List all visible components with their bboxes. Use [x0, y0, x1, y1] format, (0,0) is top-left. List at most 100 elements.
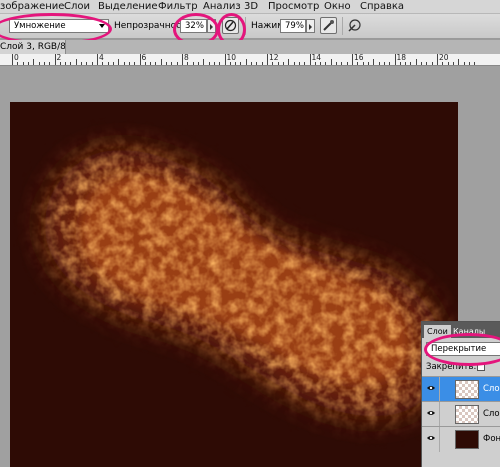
ruler-tick	[282, 62, 284, 65]
eye-icon	[427, 411, 435, 415]
ruler-number: 14	[311, 54, 322, 62]
ruler-tick	[224, 54, 226, 65]
menu-analysis[interactable]: Анализ	[203, 1, 241, 13]
ruler-tick	[352, 54, 353, 65]
menu-help[interactable]: Справка	[360, 1, 404, 13]
ruler-tick	[160, 59, 162, 65]
ruler-tick	[219, 62, 221, 65]
ruler-number: 20	[439, 54, 449, 62]
ruler-number: 10	[226, 54, 237, 62]
menu-select[interactable]: Выделение	[98, 1, 158, 13]
ruler-number: 4	[99, 54, 104, 62]
ruler-tick	[251, 62, 253, 65]
ruler-tick	[75, 59, 77, 65]
ruler-tick	[474, 62, 476, 65]
ruler-tick	[293, 62, 295, 65]
tablet-pressure-icon	[348, 19, 361, 32]
flow-field[interactable]: 79%	[280, 19, 306, 33]
ruler-number: 6	[141, 54, 147, 62]
menu-3d[interactable]: 3D	[244, 1, 258, 13]
layer-visibility-toggle[interactable]	[422, 402, 440, 427]
layer-row-background[interactable]: Фон	[422, 426, 500, 452]
ruler-tick	[65, 62, 67, 65]
ruler-tick	[468, 62, 470, 65]
ruler-tick	[341, 62, 343, 65]
ruler-tick	[54, 54, 56, 65]
ruler-tick	[166, 62, 168, 65]
ruler-tick	[410, 62, 412, 65]
ruler-tick	[192, 62, 194, 65]
airbrush-button[interactable]	[320, 17, 337, 34]
ruler-tick	[70, 62, 72, 65]
ruler-tick	[86, 62, 88, 65]
ruler-tick	[431, 62, 433, 65]
ruler-tick	[288, 59, 290, 65]
flow-value: 79%	[285, 21, 304, 31]
airbrush-icon	[323, 20, 334, 31]
ruler-tick	[240, 62, 242, 65]
ruler-tick	[81, 62, 83, 65]
ruler-tick	[304, 62, 306, 65]
layer-thumbnail	[455, 430, 479, 449]
ruler-tick	[203, 59, 205, 65]
ruler-tick	[17, 62, 19, 65]
ruler-tick	[245, 59, 247, 65]
ruler-tick	[399, 62, 401, 65]
eye-icon	[427, 436, 435, 440]
separator	[342, 17, 343, 35]
ruler-tick	[277, 62, 279, 65]
ruler-tick	[357, 62, 359, 65]
ruler-tick	[171, 62, 173, 65]
ruler-tick	[336, 62, 338, 65]
ruler-tick	[144, 62, 146, 65]
ruler-tick	[405, 62, 407, 65]
ruler-tick	[229, 62, 231, 65]
ruler-number: 8	[184, 54, 189, 62]
menu-image[interactable]: зображение	[0, 1, 64, 13]
ruler-tick	[367, 62, 369, 65]
ruler-tick	[49, 62, 51, 65]
flow-slider-button[interactable]	[306, 19, 315, 33]
ruler-tick	[38, 62, 40, 65]
layer-row-selected[interactable]: Слой	[422, 376, 500, 402]
layer-name: Фон	[483, 434, 500, 444]
ruler-tick	[118, 59, 120, 65]
layer-thumbnail	[455, 405, 479, 424]
horizontal-ruler[interactable]: 0 2 4 6 8 10 12 14 16 18 20	[0, 54, 500, 66]
menu-view[interactable]: Просмотр	[268, 1, 319, 13]
ruler-number: 12	[269, 54, 279, 62]
ruler-tick	[128, 62, 130, 65]
menu-layers[interactable]: Слои	[64, 1, 90, 13]
ruler-tick	[330, 59, 332, 65]
ruler-tick	[437, 54, 438, 65]
ruler-tick	[447, 62, 449, 65]
ruler-tick	[452, 62, 454, 65]
ruler-tick	[27, 62, 29, 65]
menu-window[interactable]: Окно	[324, 1, 351, 13]
ruler-tick	[112, 62, 114, 65]
menu-filter[interactable]: Фильтр	[158, 1, 198, 13]
ruler-tick	[102, 62, 104, 65]
ruler-tick	[314, 62, 316, 65]
ruler-tick	[325, 62, 327, 65]
layer-row[interactable]: Сло	[422, 401, 500, 427]
ruler-tick	[213, 62, 215, 65]
ruler-tick	[97, 54, 98, 65]
ruler-tick	[91, 62, 93, 65]
ruler-tick	[235, 62, 237, 65]
layer-visibility-toggle[interactable]	[422, 427, 440, 452]
ruler-tick	[389, 62, 391, 65]
ruler-tick	[134, 62, 136, 65]
ruler-tick	[320, 62, 322, 65]
ruler-tick	[298, 62, 300, 65]
tablet-pressure-size-button[interactable]	[347, 18, 362, 36]
layer-visibility-toggle[interactable]	[422, 377, 440, 402]
ruler-tick	[458, 59, 460, 65]
ruler-tick	[155, 62, 157, 65]
ruler-number: 16	[354, 54, 364, 62]
ruler-tick	[394, 54, 396, 65]
layer-name: Сло	[483, 409, 500, 419]
document-image[interactable]	[10, 102, 458, 467]
document-tab[interactable]: Слой 3, RGB/8) *	[0, 40, 66, 54]
ruler-tick	[59, 62, 61, 65]
